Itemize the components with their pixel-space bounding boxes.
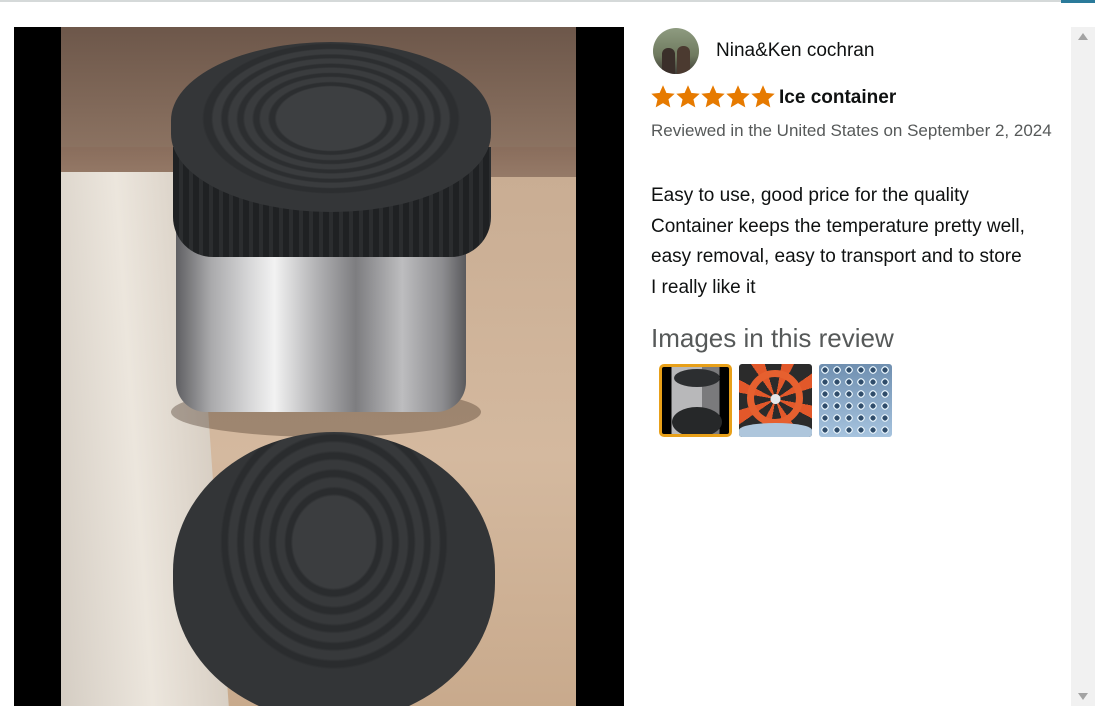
avatar-person-right bbox=[677, 46, 690, 74]
scroll-down-arrow-icon[interactable] bbox=[1078, 693, 1088, 700]
images-section-heading: Images in this review bbox=[651, 323, 894, 353]
review-image-viewer[interactable] bbox=[14, 27, 624, 706]
review-photo-main bbox=[61, 27, 576, 706]
star-icon bbox=[726, 85, 750, 108]
star-rating bbox=[651, 85, 775, 109]
review-body-line: easy removal, easy to transport and to s… bbox=[651, 246, 1022, 267]
star-icon bbox=[701, 85, 725, 108]
review-title[interactable]: Ice container bbox=[779, 87, 896, 109]
star-icon bbox=[651, 85, 675, 108]
thumb-tray-base bbox=[739, 423, 812, 437]
review-body-line: Easy to use, good price for the quality bbox=[651, 185, 969, 206]
star-icon bbox=[676, 85, 700, 108]
reviewer-name[interactable]: Nina&Ken cochran bbox=[716, 40, 874, 62]
top-divider bbox=[0, 0, 1095, 2]
review-body-line: Container keeps the temperature pretty w… bbox=[651, 215, 1025, 237]
photo-lid-top bbox=[171, 42, 491, 212]
panel-scrollbar[interactable] bbox=[1071, 27, 1095, 706]
top-accent-bar bbox=[1061, 0, 1095, 3]
review-date: Reviewed in the United States on Septemb… bbox=[651, 121, 1052, 140]
review-image-thumbnails bbox=[659, 364, 892, 437]
thumb-tray-ring bbox=[747, 370, 803, 426]
photo-lid-bottom bbox=[173, 432, 495, 706]
thumb-lid-bottom bbox=[672, 407, 722, 434]
thumbnail-container-photo[interactable] bbox=[659, 364, 732, 437]
reviewer-avatar[interactable] bbox=[653, 28, 699, 74]
scroll-up-arrow-icon[interactable] bbox=[1078, 33, 1088, 40]
thumbnail-orange-tray-photo[interactable] bbox=[739, 364, 812, 437]
avatar-person-left bbox=[662, 48, 675, 74]
star-icon bbox=[751, 85, 775, 108]
thumb-lid-top bbox=[674, 369, 720, 387]
review-panel: Nina&Ken cochran Ice container Reviewed … bbox=[640, 27, 1071, 706]
review-body-line: I really like it bbox=[651, 276, 756, 298]
thumbnail-hexagon-tray-photo[interactable] bbox=[819, 364, 892, 437]
review-body: Easy to use, good price for the quality … bbox=[651, 181, 1081, 303]
